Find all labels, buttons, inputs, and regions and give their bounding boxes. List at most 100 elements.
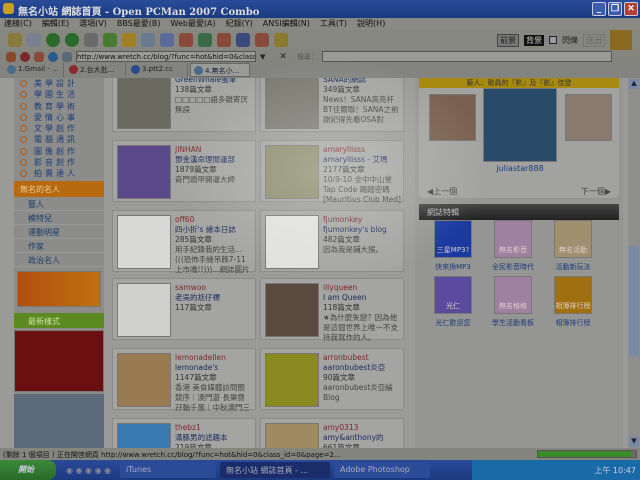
forward-icon[interactable] [65, 33, 79, 47]
special-label[interactable]: 快來換MP3 [423, 262, 483, 272]
blog-card[interactable]: SANA的網誌 349篇文章 News！SANA高亮杆BT佳爾聯！SANA之前謝… [260, 78, 404, 132]
style-thumbnail[interactable] [14, 329, 104, 392]
blog-user[interactable]: illyqueen [323, 283, 401, 293]
task-itunes[interactable]: iTunes [120, 462, 216, 478]
blog-title[interactable]: 四小折's 繪本日誌 [175, 225, 253, 235]
blog-title[interactable]: 老吳的尪仔標 [175, 293, 253, 303]
menu-help[interactable]: 說明(H) [357, 18, 385, 30]
blog-user[interactable]: lemonadellen [175, 353, 253, 363]
category-link[interactable]: 文學創作 [14, 123, 104, 134]
blog-user[interactable]: off60 [175, 215, 253, 225]
refresh-icon[interactable] [103, 33, 117, 47]
blog-avatar[interactable] [265, 353, 319, 407]
special-item[interactable]: 無名影音全民影音時代 [483, 220, 543, 272]
category-link[interactable]: 電腦通訊 [14, 134, 104, 145]
special-icon[interactable]: 無名影音 [494, 220, 532, 258]
special-label[interactable]: 光仁歡迎您 [423, 318, 483, 328]
blog-user[interactable]: fjumonkey [323, 215, 401, 225]
blog-avatar[interactable] [265, 78, 319, 129]
special-item[interactable]: 光仁 光仁歡迎您 [423, 276, 483, 328]
menu-web-favorites[interactable]: Web最愛(A) [171, 18, 216, 30]
settings-icon[interactable] [141, 33, 155, 47]
category-link[interactable]: 圖像創作 [14, 146, 104, 157]
next-link[interactable]: 下一個▶ [581, 186, 611, 197]
task-photoshop[interactable]: Adobe Photoshop [334, 462, 430, 478]
menu-history[interactable]: 紀錄(Y) [226, 18, 253, 30]
windows-icon[interactable] [62, 51, 72, 62]
tab-ntu[interactable]: 2.台大批... [66, 63, 126, 77]
blog-avatar[interactable] [117, 78, 171, 129]
close-page-icon[interactable] [34, 51, 44, 62]
category-link[interactable]: 教育學術 [14, 101, 104, 112]
blog-card[interactable]: JINHAN 鄧金漢命理閒運部 1879篇文章 奇門遁甲開運大師 [112, 140, 256, 202]
minimize-button[interactable]: _ [592, 2, 606, 16]
special-item[interactable]: 相簿排行榜 相簿排行榜 [543, 276, 603, 328]
special-label[interactable]: 活動新玩法 [543, 262, 603, 272]
menu-bbs-favorites[interactable]: BBS最愛(B) [117, 18, 161, 30]
menu-connect[interactable]: 連線(C) [4, 18, 32, 30]
blog-avatar[interactable] [265, 145, 319, 199]
blog-title[interactable]: fjumonkey's blog [323, 225, 401, 235]
copy-icon[interactable] [84, 33, 98, 47]
scroll-thumb[interactable] [629, 246, 639, 356]
promo-banner[interactable] [17, 270, 101, 307]
blog-avatar[interactable] [117, 283, 171, 337]
category-link[interactable]: 影音創作 [14, 157, 104, 168]
blog-card[interactable]: thebz1 滿豚男的滤趣本 219篇文章 [112, 418, 256, 448]
blog-card[interactable]: off60 四小折's 繪本日誌 285篇文章 用手紀錄我的生活...(((恐怖… [112, 210, 256, 274]
blog-title[interactable]: 鄧金漢命理閒運部 [175, 155, 253, 165]
special-icon[interactable]: 三星MP3? [434, 220, 472, 258]
folder-icon[interactable] [236, 33, 250, 47]
tab-ptt2[interactable]: 3.ptt2.cc [128, 63, 188, 77]
blog-card[interactable]: samwoo 老吳的尪仔標 117篇文章 [112, 278, 256, 340]
url-input[interactable] [76, 51, 256, 62]
blog-avatar[interactable] [117, 423, 171, 448]
globe-icon[interactable] [48, 51, 58, 62]
special-label[interactable]: 全民影音時代 [483, 262, 543, 272]
blog-card[interactable]: amy0313 amy&anthony的 661篇文章 [260, 418, 404, 448]
stop-loading-icon[interactable]: ✕ [279, 52, 287, 62]
connect-icon[interactable] [8, 33, 22, 47]
scroll-up-icon[interactable]: ▲ [629, 79, 639, 89]
special-item[interactable]: 無名格格 學生活動看板 [483, 276, 543, 328]
featured-photo-main[interactable] [483, 88, 557, 162]
menu-edit[interactable]: 編輯(E) [42, 18, 69, 30]
special-label[interactable]: 相簿排行榜 [543, 318, 603, 328]
special-icon[interactable]: 光仁 [434, 276, 472, 314]
search-input[interactable] [321, 51, 612, 62]
blog-avatar[interactable] [265, 215, 319, 269]
blog-user[interactable]: arronbubest [323, 353, 401, 363]
menu-tools[interactable]: 工具(T) [320, 18, 347, 30]
blog-card[interactable]: arronbubest aaronbubest炎亞 90篇文章 aaronbub… [260, 348, 404, 410]
block-site-icon[interactable] [20, 51, 30, 62]
style-thumbnail[interactable] [14, 393, 104, 448]
lock-icon[interactable] [274, 33, 288, 47]
favorite-star-icon[interactable] [122, 33, 136, 47]
task-browser[interactable]: 無名小站 網誌首頁 - ... [220, 462, 330, 478]
featured-photo[interactable] [565, 94, 612, 141]
send-button[interactable]: 送出 [583, 33, 605, 47]
blog-card[interactable]: lemonadellen lemonade's 1147篇文章 香港 美食媒體訪… [112, 348, 256, 412]
celeb-link[interactable]: 作家 [14, 239, 104, 253]
blog-user[interactable]: JINHAN [175, 145, 253, 155]
vertical-scrollbar[interactable]: ▲ ▼ [628, 78, 640, 448]
blog-card[interactable]: illyqueen I am Queen 118篇文章 ★為什麼失戀？因為他是這… [260, 278, 404, 342]
special-item[interactable]: 無名活動 活動新玩法 [543, 220, 603, 272]
stop-icon[interactable] [217, 33, 231, 47]
tab-gmail[interactable]: 1.Gmail - ... [4, 63, 64, 77]
blog-avatar[interactable] [117, 215, 171, 269]
blink-checkbox[interactable] [549, 36, 557, 44]
new-icon[interactable] [27, 33, 41, 47]
scroll-down-icon[interactable]: ▼ [629, 437, 639, 447]
blog-title[interactable]: amy&anthony的 [323, 433, 401, 443]
special-icon[interactable]: 相簿排行榜 [554, 276, 592, 314]
category-link[interactable]: 美學設計 [14, 78, 104, 89]
blog-card[interactable]: amaryllisss amaryllisss - 艾瑪 2177篇文章 10/… [260, 140, 404, 204]
blog-user[interactable]: amy0313 [323, 423, 401, 433]
foreground-button[interactable]: 前景 [497, 33, 519, 47]
user-icon[interactable] [198, 33, 212, 47]
special-label[interactable]: 學生活動看板 [483, 318, 543, 328]
background-button[interactable]: 背景 [524, 34, 544, 46]
blog-user[interactable]: thebz1 [175, 423, 253, 433]
menu-options[interactable]: 選項(V) [79, 18, 107, 30]
